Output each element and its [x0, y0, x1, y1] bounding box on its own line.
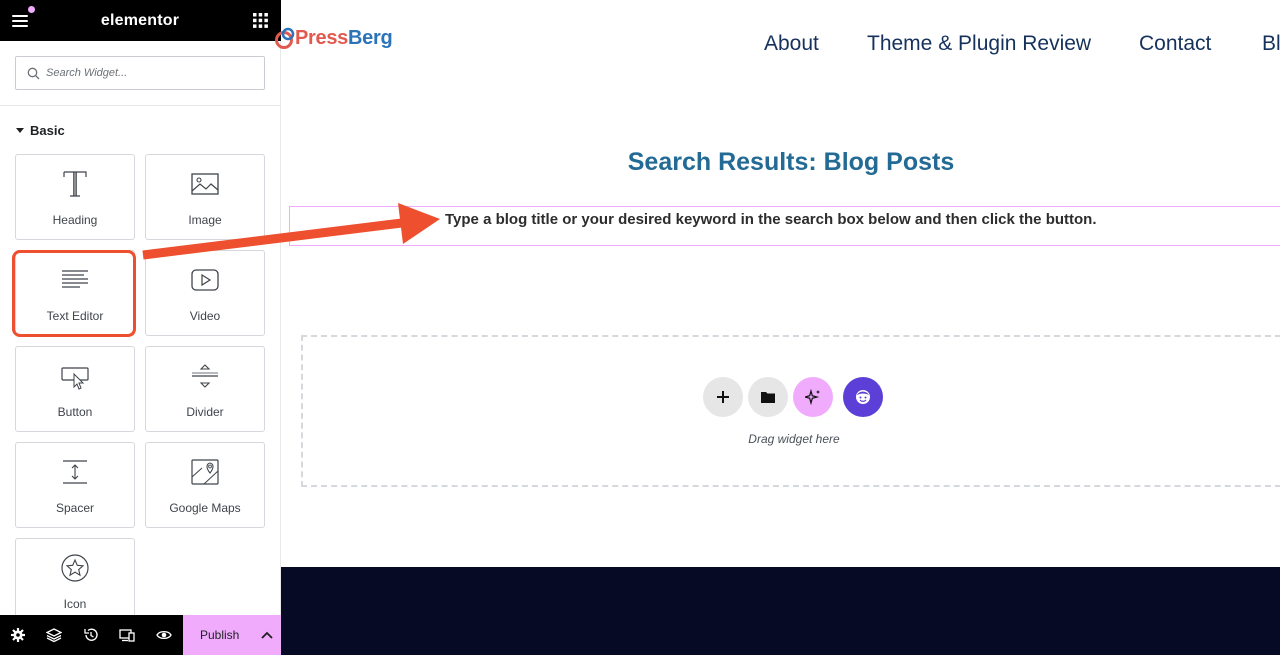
widget-label: Heading — [52, 213, 98, 227]
widget-label: Icon — [63, 597, 87, 611]
logo-text-press: Press — [295, 27, 348, 49]
drop-zone-label: Drag widget here — [748, 432, 840, 446]
widget-label: Text Editor — [46, 309, 104, 323]
map-icon — [191, 459, 219, 485]
menu-icon[interactable] — [11, 11, 31, 31]
nav-theme-plugin-review[interactable]: Theme & Plugin Review — [867, 32, 1091, 56]
nav-about[interactable]: About — [764, 32, 819, 56]
nav-contact[interactable]: Contact — [1139, 32, 1211, 56]
widget-search-input[interactable] — [46, 57, 261, 89]
drop-zone[interactable]: Drag widget here — [301, 335, 1280, 487]
widget-button[interactable]: Button — [15, 346, 135, 432]
video-icon — [191, 269, 219, 291]
caret-down-icon — [16, 127, 24, 133]
add-section-button[interactable] — [703, 377, 743, 417]
nav-blog[interactable]: Bl — [1262, 32, 1280, 56]
editor-sidebar: elementor Basic — [0, 0, 281, 655]
responsive-icon[interactable] — [119, 627, 135, 643]
widget-google-maps[interactable]: Google Maps — [145, 442, 265, 528]
app-window: elementor Basic — [0, 0, 1280, 655]
text-editor-icon — [62, 270, 88, 288]
logo-mark-icon — [275, 27, 295, 49]
widget-divider[interactable]: Divider — [145, 346, 265, 432]
heading-icon — [63, 171, 87, 197]
settings-icon[interactable] — [10, 627, 26, 643]
widget-icon[interactable]: Icon — [15, 538, 135, 624]
widgets-grid-icon[interactable] — [253, 13, 268, 28]
button-icon — [61, 367, 89, 390]
publish-button[interactable]: Publish — [183, 615, 281, 655]
widget-spacer[interactable]: Spacer — [15, 442, 135, 528]
widget-search-area — [0, 41, 281, 106]
basic-category-label: Basic — [30, 122, 65, 138]
text-widget-content: Type a blog title or your desired keywor… — [445, 211, 1097, 228]
text-editor-widget[interactable]: Type a blog title or your desired keywor… — [289, 206, 1280, 246]
widget-label: Video — [189, 309, 221, 323]
widget-search-box[interactable] — [15, 56, 265, 90]
preview-icon[interactable] — [156, 627, 172, 643]
widget-video[interactable]: Video — [145, 250, 265, 336]
add-section-icon — [717, 391, 729, 403]
chevron-up-icon[interactable] — [261, 630, 273, 640]
site-logo[interactable]: PressBerg — [275, 24, 415, 54]
widget-heading[interactable]: Heading — [15, 154, 135, 240]
divider-icon — [192, 364, 218, 388]
editor-topbar: elementor — [0, 0, 281, 41]
page-title: Search Results: Blog Posts — [627, 148, 955, 176]
logo-text-berg: Berg — [348, 27, 393, 49]
widget-image[interactable]: Image — [145, 154, 265, 240]
templates-button[interactable] — [748, 377, 788, 417]
image-icon — [191, 173, 219, 195]
widget-label: Button — [57, 405, 93, 419]
assistant-button[interactable] — [843, 377, 883, 417]
star-icon — [61, 554, 89, 582]
widget-label: Image — [188, 213, 222, 227]
site-header: PressBerg About Theme & Plugin Review Co… — [275, 0, 1280, 90]
templates-folder-icon — [761, 392, 775, 403]
widget-label: Divider — [186, 405, 224, 419]
editor-brand: elementor — [100, 12, 180, 29]
widget-label: Google Maps — [169, 501, 241, 515]
widget-label: Spacer — [55, 501, 95, 515]
search-icon — [27, 67, 40, 80]
assistant-icon — [856, 390, 870, 404]
ai-button[interactable] — [793, 377, 833, 417]
ai-sparkle-icon — [805, 389, 820, 405]
logo-text: PressBerg — [295, 27, 393, 50]
notification-dot — [28, 6, 35, 13]
widget-text-editor[interactable]: Text Editor — [15, 250, 135, 336]
history-icon[interactable] — [83, 627, 99, 643]
layers-icon[interactable] — [46, 627, 62, 643]
basic-category-toggle[interactable]: Basic — [16, 122, 65, 138]
spacer-icon — [63, 460, 87, 484]
publish-label: Publish — [200, 628, 240, 642]
page-canvas: PressBerg About Theme & Plugin Review Co… — [275, 0, 1280, 655]
site-footer — [281, 567, 1280, 655]
